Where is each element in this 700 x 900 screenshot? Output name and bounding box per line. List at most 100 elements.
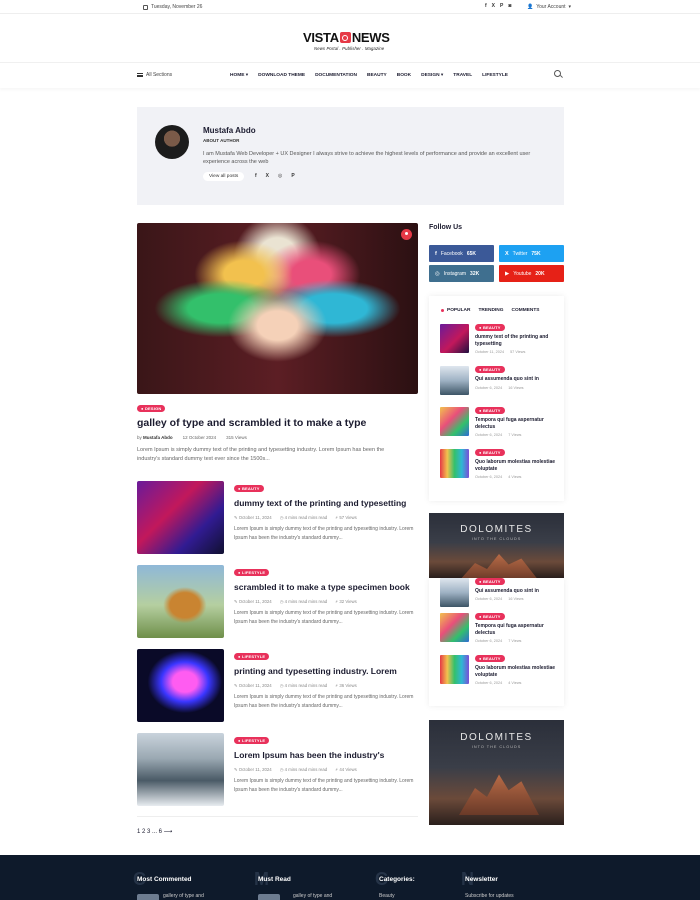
- list-item: ● BEAUTY Tempora qui fuga aspernatur del…: [440, 407, 560, 442]
- pinterest-icon[interactable]: P: [291, 173, 294, 179]
- post-category-badge[interactable]: ● BEAUTY: [475, 366, 505, 373]
- dolomites-ad-banner[interactable]: DOLOMITES INTO THE CLOUDS: [429, 513, 564, 578]
- post-thumbnail[interactable]: [258, 894, 280, 900]
- post-title[interactable]: Qui assumenda quo sint in: [475, 588, 560, 595]
- list-item: ● BEAUTY dummy text of the printing and …: [440, 324, 560, 359]
- featured-post-image[interactable]: [137, 223, 418, 394]
- nav-item-download-theme[interactable]: DOWNLOAD THEME: [258, 73, 305, 78]
- post-thumbnail[interactable]: [440, 655, 469, 684]
- post-thumbnail[interactable]: [440, 449, 469, 478]
- dolomites-ad-banner-2[interactable]: DOLOMITES INTO THE CLOUDS: [429, 720, 564, 825]
- post-views: ⚡ 57 Views: [335, 515, 357, 520]
- logo-vista: VISTA: [303, 30, 339, 45]
- active-dot-icon: [441, 309, 444, 312]
- post-category-badge[interactable]: ● BEAUTY: [475, 449, 505, 456]
- post-date: ✎ October 11, 2024: [234, 599, 272, 604]
- author-name[interactable]: Mustafa Abdo: [203, 126, 256, 135]
- author-bio: I am Mustafa Web Developer + UX Designer…: [203, 151, 531, 165]
- x-twitter-icon[interactable]: X: [492, 3, 495, 9]
- post-thumbnail[interactable]: [440, 407, 469, 436]
- x-twitter-icon[interactable]: X: [266, 173, 269, 179]
- post-category-badge[interactable]: ● BEAUTY: [475, 324, 505, 331]
- newsletter-text: Subscribe for updates: [465, 893, 514, 899]
- post-thumbnail[interactable]: [137, 565, 224, 638]
- facebook-follow-button[interactable]: f Facebook 65K: [429, 245, 494, 262]
- nav-item-book[interactable]: BOOK: [397, 73, 411, 78]
- post-title[interactable]: Quo laborum molestias molestiae voluptat…: [475, 665, 560, 678]
- pinterest-icon[interactable]: P: [500, 3, 503, 9]
- calendar-icon: [143, 4, 148, 10]
- post-category-badge[interactable]: ● LIFESTYLE: [234, 737, 270, 744]
- view-all-posts-button[interactable]: View all posts: [203, 172, 245, 181]
- nav-item-travel[interactable]: TRAVEL: [453, 73, 472, 78]
- menu-icon: [137, 73, 143, 77]
- post-category-badge[interactable]: ● LIFESTYLE: [234, 653, 270, 660]
- tab-popular[interactable]: POPULAR: [441, 308, 470, 313]
- nav-item-lifestyle[interactable]: LIFESTYLE: [482, 73, 508, 78]
- instagram-icon[interactable]: ◎: [278, 173, 282, 179]
- footer: C Most Commented gallery of type and M M…: [0, 855, 700, 900]
- nav-item-beauty[interactable]: BEAUTY: [367, 73, 387, 78]
- tab-comments[interactable]: COMMENTS: [512, 308, 540, 313]
- facebook-icon[interactable]: f: [255, 173, 257, 179]
- post-category-badge[interactable]: ● LIFESTYLE: [234, 569, 270, 576]
- post-views: ⚡ 36 Views: [335, 683, 357, 688]
- post-title[interactable]: scrambled it to make a type specimen boo…: [234, 582, 410, 592]
- featured-views: 315 Views: [226, 435, 247, 440]
- post-category-badge[interactable]: ● BEAUTY: [475, 578, 505, 585]
- all-sections-toggle[interactable]: All Sections: [137, 72, 172, 78]
- footer-post-link[interactable]: galley of type and: [293, 893, 332, 899]
- pagination[interactable]: 1 2 3 ... 6 ⟶: [137, 828, 172, 835]
- post-title[interactable]: dummy text of the printing and typesetti…: [234, 498, 406, 508]
- post-title[interactable]: Quo laborum molestias molestiae voluptat…: [475, 459, 560, 472]
- nav-item-design[interactable]: DESIGN ▾: [421, 73, 443, 78]
- list-item: ● BEAUTY Qui assumenda quo sint in Octob…: [440, 366, 560, 401]
- post-title[interactable]: printing and typesetting industry. Lorem: [234, 666, 397, 676]
- nav-item-documentation[interactable]: DOCUMENTATION: [315, 73, 357, 78]
- youtube-follow-button[interactable]: ▶ Youtube 20K: [499, 265, 564, 282]
- ad-subtitle: INTO THE CLOUDS: [471, 537, 522, 541]
- post-thumbnail[interactable]: [137, 733, 224, 806]
- post-thumbnail[interactable]: [137, 481, 224, 554]
- site-logo[interactable]: VISTA NEWS News Portal . Publisher . Mag…: [303, 30, 403, 51]
- facebook-icon[interactable]: f: [485, 3, 487, 9]
- post-thumbnail[interactable]: [440, 578, 469, 607]
- post-category-badge[interactable]: ● BEAUTY: [234, 485, 264, 492]
- post-excerpt: Lorem Ipsum is simply dummy text of the …: [234, 526, 414, 541]
- post-thumbnail[interactable]: [440, 324, 469, 353]
- post-title[interactable]: Tempora qui fuga aspernatur delectus: [475, 623, 560, 636]
- account-menu[interactable]: 👤 Your Account ▾: [527, 4, 571, 10]
- post-category-badge[interactable]: ● BEAUTY: [475, 655, 505, 662]
- footer-category-link[interactable]: Beauty: [379, 893, 395, 899]
- user-icon: 👤: [527, 4, 534, 10]
- post-meta: October 6, 2024 4 Views: [475, 475, 522, 479]
- post-category-badge[interactable]: ● BEAUTY: [475, 613, 505, 620]
- all-sections-label: All Sections: [146, 72, 173, 78]
- featured-post-title[interactable]: galley of type and scrambled it to make …: [137, 417, 366, 429]
- post-thumbnail[interactable]: [440, 366, 469, 395]
- post-thumbnail[interactable]: [137, 894, 159, 900]
- post-read-time: ◷ 4 mins read mins read: [279, 515, 328, 520]
- post-category-badge[interactable]: ● BEAUTY: [475, 407, 505, 414]
- follow-us-heading: Follow Us: [429, 224, 463, 231]
- tab-trending[interactable]: TRENDING: [478, 308, 503, 313]
- post-title[interactable]: Lorem Ipsum has been the industry's: [234, 750, 384, 760]
- post-title[interactable]: Qui assumenda quo sint in: [475, 376, 560, 383]
- instagram-follow-button[interactable]: ◎ Instagram 32K: [429, 265, 494, 282]
- twitter-follow-button[interactable]: X Twitter 75K: [499, 245, 564, 262]
- post-thumbnail[interactable]: [137, 649, 224, 722]
- featured-category-badge[interactable]: ● DESIGN: [137, 405, 166, 412]
- instagram-icon[interactable]: ◙: [508, 3, 511, 9]
- post-meta: ✎ October 11, 2024 ◷ 4 mins read mins re…: [234, 683, 357, 689]
- post-meta: October 6, 2024 16 Views: [475, 597, 524, 601]
- post-title[interactable]: dummy text of the printing and typesetti…: [475, 334, 560, 347]
- post-thumbnail[interactable]: [440, 613, 469, 642]
- footer-post-link[interactable]: gallery of type and: [163, 893, 204, 899]
- post-title[interactable]: Tempora qui fuga aspernatur delectus: [475, 417, 560, 430]
- nav-item-home[interactable]: HOME ▾: [230, 73, 248, 78]
- pin-icon[interactable]: [401, 229, 412, 240]
- account-label: Your Account: [536, 4, 566, 10]
- footer-heading-most-commented: Most Commented: [137, 876, 192, 883]
- divider: [137, 816, 418, 817]
- search-icon[interactable]: [554, 70, 561, 77]
